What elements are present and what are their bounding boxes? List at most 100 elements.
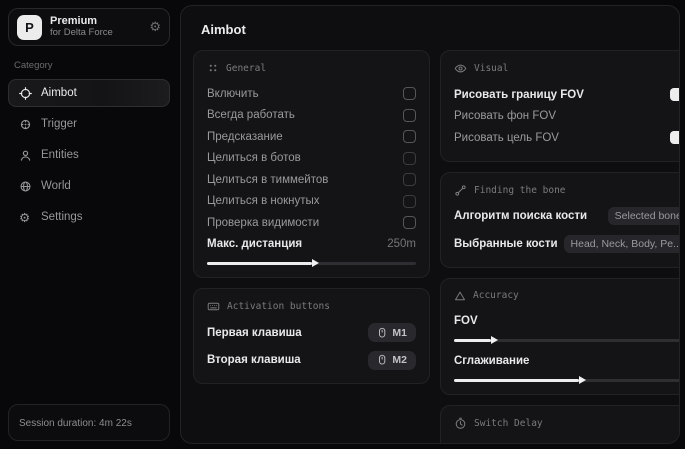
setting-label: Сглаживание: [454, 355, 529, 367]
sidebar-item-world[interactable]: World: [8, 172, 170, 200]
activation-card: Activation buttons Первая клавиша M1 Вто…: [193, 288, 430, 384]
setting-label: FOV: [454, 315, 478, 327]
page-title: Aimbot: [201, 22, 667, 37]
setting-label: Всегда работать: [207, 109, 295, 121]
keybind-value: M2: [392, 354, 407, 366]
fov-border-row: Рисовать границу FOV: [454, 84, 680, 106]
setting-row-target-teammates: Целиться в тиммейтов: [207, 169, 416, 191]
setting-label: Рисовать фон FOV: [454, 110, 556, 122]
slider-fill: [454, 339, 491, 342]
checkbox-visibility-check[interactable]: [403, 216, 416, 229]
world-icon: [19, 180, 32, 193]
section-title: Accuracy: [473, 290, 519, 301]
visual-header: Visual: [454, 62, 680, 75]
sidebar-item-label: Trigger: [41, 118, 77, 130]
switch-delay-toggle-row: Задержка переключения: [454, 439, 680, 445]
switch-delay-header: Switch Delay: [454, 417, 680, 430]
setting-label: Целиться в тиммейтов: [207, 174, 328, 186]
triangle-icon: [454, 290, 466, 302]
color-swatch[interactable]: [670, 131, 680, 144]
selected-value: Selected bone: [615, 210, 680, 222]
checkbox-prediction[interactable]: [403, 130, 416, 143]
max-distance-row: Макс. дистанция 250m: [207, 234, 416, 256]
category-label: Category: [14, 60, 164, 71]
session-duration-card: Session duration: 4m 22s: [8, 404, 170, 441]
checkbox-target-bots[interactable]: [403, 152, 416, 165]
second-key-row: Вторая клавиша M2: [207, 350, 416, 372]
selected-value: Head, Neck, Body, Pe...: [571, 238, 680, 250]
sidebar-item-aimbot[interactable]: Aimbot: [8, 79, 170, 107]
sidebar-item-label: World: [41, 180, 71, 192]
sidebar-item-entities[interactable]: Entities: [8, 141, 170, 169]
first-keybind-button[interactable]: M1: [368, 323, 416, 342]
setting-row-prediction: Предсказание: [207, 126, 416, 148]
section-title: Finding the bone: [474, 185, 566, 196]
brand-title: Premium: [50, 15, 113, 28]
selected-bones-select[interactable]: Head, Neck, Body, Pe...: [564, 235, 680, 253]
bone-algorithm-select[interactable]: Selected bone: [608, 207, 680, 225]
fov-target-controls: [670, 131, 680, 144]
session-duration-text: Session duration: 4m 22s: [19, 418, 132, 429]
sidebar-item-label: Entities: [41, 149, 79, 161]
smoothing-slider[interactable]: [454, 379, 680, 382]
section-title: Visual: [474, 63, 508, 74]
sidebar-item-label: Aimbot: [41, 87, 77, 99]
section-title: General: [226, 63, 266, 74]
setting-label: Рисовать цель FOV: [454, 132, 559, 144]
brand-subtitle: for Delta Force: [50, 28, 113, 39]
activation-header: Activation buttons: [207, 300, 416, 313]
bone-icon: [454, 184, 467, 197]
smoothing-slider-row: Сглаживание 50%: [454, 350, 680, 372]
checkbox-target-teammates[interactable]: [403, 173, 416, 186]
bones-header: Finding the bone: [454, 184, 680, 197]
general-card: General Включить Всегда работать Предска…: [193, 50, 430, 278]
setting-row-visibility-check: Проверка видимости: [207, 212, 416, 234]
slider-fill: [454, 379, 579, 382]
setting-label: Вторая клавиша: [207, 354, 301, 366]
section-title: Activation buttons: [227, 301, 330, 312]
settings-icon: ⚙: [19, 210, 32, 225]
checkbox-enable[interactable]: [403, 87, 416, 100]
setting-label: Алгоритм поиска кости: [454, 210, 587, 222]
gear-icon[interactable]: ⚙: [149, 20, 161, 35]
fov-border-controls: [670, 88, 680, 101]
general-header: General: [207, 62, 416, 74]
section-title: Switch Delay: [474, 418, 543, 429]
setting-label: Выбранные кости: [454, 238, 558, 250]
right-column: Visual Рисовать границу FOV Рисовать фон…: [440, 50, 680, 444]
setting-label: Задержка переключения: [454, 443, 586, 444]
checkbox-target-knocked[interactable]: [403, 195, 416, 208]
checkbox-always-work[interactable]: [403, 109, 416, 122]
mouse-icon: [377, 327, 387, 339]
visual-card: Visual Рисовать границу FOV Рисовать фон…: [440, 50, 680, 162]
setting-row-enable: Включить: [207, 83, 416, 105]
setting-label: Целиться в ботов: [207, 152, 301, 164]
setting-label: Проверка видимости: [207, 217, 319, 229]
clock-icon: [454, 417, 467, 430]
max-distance-slider[interactable]: [207, 262, 416, 265]
fov-slider-row: FOV 60°: [454, 311, 680, 333]
setting-label: Рисовать границу FOV: [454, 89, 584, 101]
entities-icon: [19, 149, 32, 162]
setting-row-target-bots: Целиться в ботов: [207, 148, 416, 170]
second-keybind-button[interactable]: M2: [368, 351, 416, 370]
mouse-icon: [377, 354, 387, 366]
keybind-value: M1: [392, 327, 407, 339]
accuracy-header: Accuracy: [454, 290, 680, 302]
brand-card: P Premium for Delta Force ⚙: [8, 8, 170, 46]
setting-label: Макс. дистанция: [207, 238, 302, 250]
sidebar-item-settings[interactable]: ⚙ Settings: [8, 203, 170, 231]
setting-label: Первая клавиша: [207, 327, 302, 339]
color-swatch[interactable]: [670, 88, 680, 101]
setting-row-always-work: Всегда работать: [207, 105, 416, 127]
brand-text: Premium for Delta Force: [50, 15, 113, 39]
fov-slider[interactable]: [454, 339, 680, 342]
setting-label: Включить: [207, 88, 259, 100]
trigger-icon: [19, 118, 32, 131]
eye-icon: [454, 62, 467, 75]
accuracy-card: Accuracy FOV 60° Сглаживание 50%: [440, 278, 680, 395]
sidebar-item-trigger[interactable]: Trigger: [8, 110, 170, 138]
first-key-row: Первая клавиша M1: [207, 322, 416, 344]
main-panel: Aimbot General Включить Всегда работать: [180, 5, 680, 444]
sidebar-item-label: Settings: [41, 211, 83, 223]
